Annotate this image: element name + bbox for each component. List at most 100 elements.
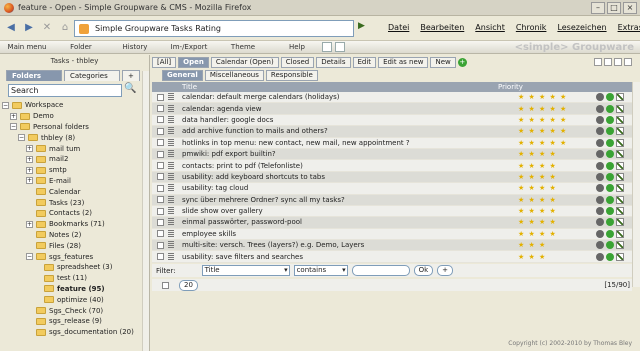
- tree-expander-icon[interactable]: +: [26, 145, 33, 153]
- tree-node[interactable]: − thbley (8): [2, 132, 140, 143]
- tree-node[interactable]: + E-mail: [2, 176, 140, 187]
- row-checkbox[interactable]: [157, 139, 164, 147]
- tree-node[interactable]: Calendar: [2, 186, 140, 197]
- tree-expander-icon[interactable]: +: [10, 112, 17, 120]
- user-icon[interactable]: [596, 161, 604, 170]
- browser-menu-item[interactable]: Lesezeichen: [557, 23, 606, 32]
- tree-node[interactable]: optimize (40): [2, 294, 140, 305]
- user-icon[interactable]: [596, 207, 604, 216]
- user-icon[interactable]: [596, 93, 604, 102]
- row-title[interactable]: hotlinks in top menu: new contact, new m…: [182, 139, 518, 147]
- browser-menu-item[interactable]: Chronik: [516, 23, 547, 32]
- row-title[interactable]: contacts: print to pdf (Telefonliste): [182, 162, 518, 170]
- edit-icon[interactable]: [616, 150, 624, 159]
- grid-scrollbar[interactable]: [632, 82, 640, 287]
- tree-node[interactable]: − Personal folders: [2, 122, 140, 133]
- accept-icon[interactable]: [606, 195, 614, 204]
- row-title[interactable]: slide show over gallery: [182, 207, 518, 215]
- back-icon[interactable]: ◀: [4, 21, 18, 35]
- user-icon[interactable]: [596, 218, 604, 227]
- user-icon[interactable]: [596, 138, 604, 147]
- priority-stars[interactable]: ★ ★ ★: [518, 241, 596, 249]
- search-icon[interactable]: 🔍: [124, 83, 136, 94]
- accept-icon[interactable]: [606, 104, 614, 113]
- tree-node[interactable]: Contacts (2): [2, 208, 140, 219]
- app-menu-item[interactable]: Theme: [216, 43, 270, 51]
- subtab[interactable]: Miscellaneous: [204, 70, 264, 81]
- row-title[interactable]: einmal passwörter, password-pool: [182, 218, 518, 226]
- user-icon[interactable]: [596, 241, 604, 250]
- tree-expander-icon[interactable]: +: [26, 177, 33, 185]
- row-checkbox[interactable]: [157, 150, 164, 158]
- tree-node[interactable]: spreadsheet (3): [2, 262, 140, 273]
- table-row[interactable]: pmwiki: pdf export builtin? ★ ★ ★ ★: [152, 148, 632, 161]
- row-title[interactable]: usability: save filters and searches: [182, 253, 518, 261]
- accept-icon[interactable]: [606, 161, 614, 170]
- tree-expander-icon[interactable]: −: [18, 134, 25, 142]
- tree-expander-icon[interactable]: +: [26, 220, 33, 228]
- drag-handle-icon[interactable]: [168, 150, 174, 159]
- tree-node[interactable]: + smtp: [2, 165, 140, 176]
- drag-handle-icon[interactable]: [168, 93, 174, 102]
- accept-icon[interactable]: [606, 241, 614, 250]
- table-row[interactable]: sync über mehrere Ordner? sync all my ta…: [152, 194, 632, 206]
- filter-add-button[interactable]: +: [437, 265, 454, 276]
- edit-icon[interactable]: [616, 218, 624, 227]
- tree-node[interactable]: feature (95): [2, 284, 140, 295]
- edit-icon[interactable]: [616, 229, 624, 238]
- row-checkbox[interactable]: [157, 253, 164, 261]
- row-checkbox[interactable]: [157, 184, 164, 192]
- tab[interactable]: Closed: [280, 57, 315, 68]
- user-icon[interactable]: [596, 229, 604, 238]
- tree-expander-icon[interactable]: +: [26, 155, 33, 163]
- accept-icon[interactable]: [606, 229, 614, 238]
- drag-handle-icon[interactable]: [168, 172, 174, 181]
- tab[interactable]: Open: [178, 57, 209, 68]
- export-icon[interactable]: [624, 58, 632, 66]
- browser-menu-item[interactable]: Ansicht: [475, 23, 505, 32]
- address-bar[interactable]: Simple Groupware Tasks Rating: [74, 20, 354, 37]
- table-row[interactable]: contacts: print to pdf (Telefonliste) ★ ★…: [152, 160, 632, 172]
- row-checkbox[interactable]: [157, 207, 164, 215]
- edit-icon[interactable]: [616, 241, 624, 250]
- toolbar-icon-1[interactable]: [322, 42, 332, 52]
- row-title[interactable]: calendar: default merge calendars (holid…: [182, 93, 518, 101]
- table-row[interactable]: add archive function to mails and others…: [152, 126, 632, 138]
- print-icon[interactable]: [614, 58, 622, 66]
- app-menu-item[interactable]: History: [108, 43, 162, 51]
- edit-icon[interactable]: [616, 207, 624, 216]
- tree-node[interactable]: + Bookmarks (71): [2, 219, 140, 230]
- browser-menu-item[interactable]: Datei: [388, 23, 409, 32]
- priority-stars[interactable]: ★ ★ ★ ★ ★: [518, 139, 596, 147]
- table-row[interactable]: einmal passwörter, password-pool ★ ★ ★ ★: [152, 217, 632, 229]
- edit-icon[interactable]: [616, 184, 624, 193]
- row-title[interactable]: sync über mehrere Ordner? sync all my ta…: [182, 196, 518, 204]
- row-title[interactable]: usability: tag cloud: [182, 184, 518, 192]
- tree-expander-icon[interactable]: +: [26, 166, 33, 174]
- row-checkbox[interactable]: [157, 196, 164, 204]
- drag-handle-icon[interactable]: [168, 184, 174, 193]
- filter-ok-button[interactable]: Ok: [413, 265, 434, 276]
- drag-handle-icon[interactable]: [168, 241, 174, 250]
- tree-node[interactable]: sgs_release (9): [2, 316, 140, 327]
- sidebar-scrollbar[interactable]: [142, 71, 149, 351]
- row-title[interactable]: pmwiki: pdf export builtin?: [182, 150, 518, 158]
- table-row[interactable]: calendar: default merge calendars (holid…: [152, 92, 632, 104]
- sidebar-tab[interactable]: Categories: [64, 70, 120, 81]
- tree-node[interactable]: + mail tum: [2, 143, 140, 154]
- user-icon[interactable]: [596, 172, 604, 181]
- table-row[interactable]: slide show over gallery ★ ★ ★ ★: [152, 205, 632, 218]
- priority-stars[interactable]: ★ ★ ★ ★ ★: [518, 105, 596, 113]
- edit-icon[interactable]: [616, 93, 624, 102]
- user-icon[interactable]: [596, 195, 604, 204]
- sidebar-tab[interactable]: +: [122, 70, 140, 81]
- tree-node[interactable]: − sgs_features: [2, 251, 140, 262]
- accept-icon[interactable]: [606, 184, 614, 193]
- app-menu-item[interactable]: Im-/Export: [162, 43, 216, 51]
- table-row[interactable]: data handler: google docs ★ ★ ★ ★ ★: [152, 114, 632, 127]
- table-row[interactable]: usability: add keyboard shortcuts to tab…: [152, 171, 632, 184]
- browser-menu-item[interactable]: Extras: [618, 23, 640, 32]
- accept-icon[interactable]: [606, 138, 614, 147]
- accept-icon[interactable]: [606, 207, 614, 216]
- priority-stars[interactable]: ★ ★ ★ ★ ★: [518, 93, 596, 101]
